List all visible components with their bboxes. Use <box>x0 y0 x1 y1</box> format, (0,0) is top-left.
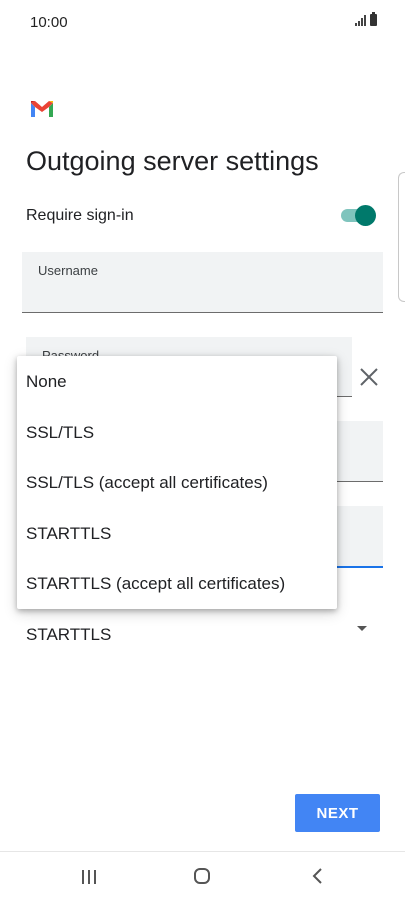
home-icon[interactable] <box>194 868 210 884</box>
signal-icon <box>355 15 366 26</box>
page-title: Outgoing server settings <box>26 146 319 176</box>
username-label: Username <box>38 263 98 278</box>
security-type-select[interactable]: STARTTLS <box>26 625 111 645</box>
menu-item-ssl-tls[interactable]: SSL/TLS <box>26 423 94 443</box>
username-field[interactable]: Username <box>22 252 383 313</box>
status-icons <box>355 12 377 26</box>
menu-item-ssl-tls-accept-all[interactable]: SSL/TLS (accept all certificates) <box>26 473 268 493</box>
close-icon[interactable] <box>358 366 380 388</box>
gmail-logo <box>31 101 53 117</box>
next-button[interactable]: NEXT <box>295 794 380 832</box>
toggle-thumb <box>355 205 376 226</box>
security-type-menu: None SSL/TLS SSL/TLS (accept all certifi… <box>17 356 337 609</box>
menu-item-starttls-accept-all[interactable]: STARTTLS (accept all certificates) <box>26 574 285 594</box>
menu-item-starttls[interactable]: STARTTLS <box>26 524 111 544</box>
edge-panel-handle[interactable] <box>398 172 405 302</box>
menu-item-none[interactable]: None <box>26 372 67 392</box>
chevron-down-icon[interactable] <box>357 626 367 631</box>
recent-apps-icon[interactable] <box>82 870 96 884</box>
status-time: 10:00 <box>30 14 68 31</box>
back-icon[interactable] <box>308 866 328 886</box>
require-signin-label: Require sign-in <box>26 207 134 224</box>
require-signin-toggle[interactable] <box>341 204 377 226</box>
battery-icon <box>370 12 377 26</box>
